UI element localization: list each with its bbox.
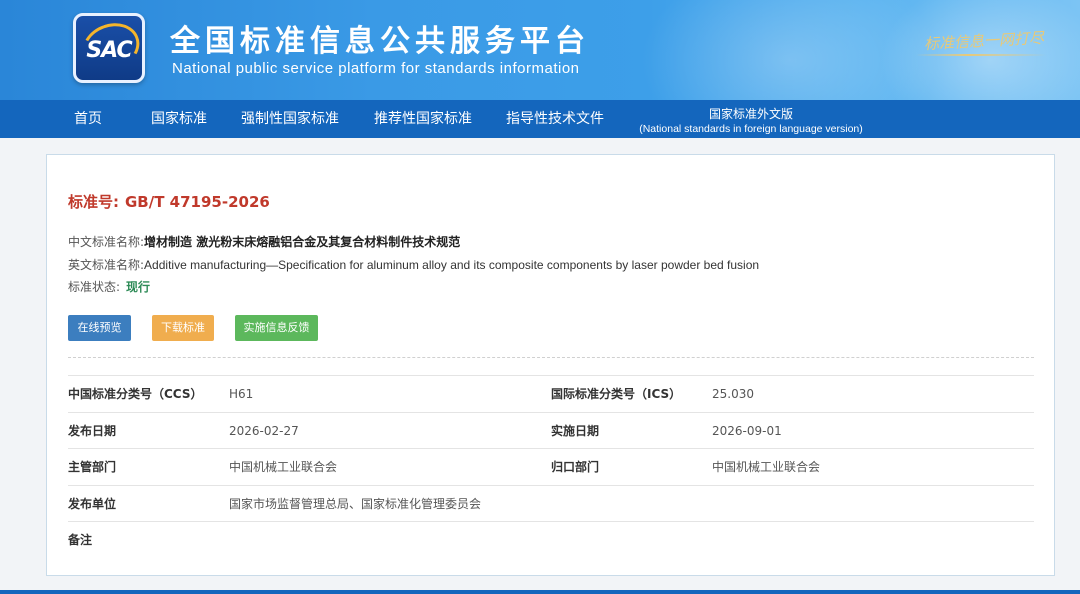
- implementation-date-value: 2026-09-01: [712, 423, 782, 438]
- sac-logo[interactable]: SAC: [73, 13, 147, 83]
- standard-details-table: 中国标准分类号（CCS） H61 国际标准分类号（ICS） 25.030 发布日…: [68, 375, 1034, 558]
- table-row: 中国标准分类号（CCS） H61 国际标准分类号（ICS） 25.030: [68, 375, 1034, 412]
- ccs-value: H61: [229, 387, 254, 401]
- nav-item-guidance-documents[interactable]: 指导性技术文件: [506, 100, 604, 138]
- nav-item-foreign-language[interactable]: 国家标准外文版 (National standards in foreign l…: [637, 100, 865, 138]
- en-name-label: 英文标准名称:: [68, 258, 145, 272]
- en-name-row: 英文标准名称:Additive manufacturing—Specificat…: [68, 256, 759, 273]
- standard-number: GB/T 47195-2026: [125, 193, 270, 211]
- implementation-feedback-button[interactable]: 实施信息反馈: [235, 315, 318, 341]
- site-title: 全国标准信息公共服务平台: [170, 24, 590, 59]
- slogan-underline: [916, 54, 1046, 56]
- site-header: SAC 全国标准信息公共服务平台 National public service…: [0, 0, 1080, 100]
- table-row: 主管部门 中国机械工业联合会 归口部门 中国机械工业联合会: [68, 448, 1034, 485]
- standard-detail-card: 标准号: GB/T 47195-2026 中文标准名称:增材制造 激光粉末床熔融铝…: [46, 154, 1055, 576]
- footer-bar: [0, 590, 1080, 594]
- main-nav: 首页 国家标准 强制性国家标准 推荐性国家标准 指导性技术文件 国家标准外文版 …: [0, 100, 1080, 138]
- status-row: 标准状态: 现行: [68, 278, 150, 295]
- table-row: 发布单位 国家市场监督管理总局、国家标准化管理委员会: [68, 484, 1034, 522]
- download-standard-button[interactable]: 下载标准: [152, 315, 214, 341]
- publish-date-value: 2026-02-27: [229, 423, 299, 438]
- implementation-date-label: 实施日期: [551, 423, 600, 438]
- ics-value: 25.030: [712, 387, 754, 401]
- issuer-label: 发布单位: [68, 496, 117, 511]
- logo-text: SAC: [86, 38, 132, 63]
- site-subtitle: National public service platform for sta…: [172, 60, 580, 77]
- publish-date-label: 发布日期: [68, 423, 117, 438]
- standard-number-label: 标准号:: [68, 193, 119, 211]
- status-label: 标准状态:: [68, 280, 121, 294]
- ccs-label: 中国标准分类号（CCS）: [68, 387, 203, 401]
- nav-item-mandatory-standards[interactable]: 强制性国家标准: [241, 100, 339, 138]
- status-badge: 现行: [126, 280, 151, 294]
- technical-dept-label: 归口部门: [551, 460, 600, 474]
- competent-dept-label: 主管部门: [68, 460, 117, 474]
- cn-name-row: 中文标准名称:增材制造 激光粉末床熔融铝合金及其复合材料制件技术规范: [68, 233, 460, 250]
- ics-label: 国际标准分类号（ICS）: [551, 387, 682, 401]
- technical-dept-value: 中国机械工业联合会: [712, 460, 821, 474]
- nav-foreign-label-en: (National standards in foreign language …: [639, 123, 863, 135]
- table-row: 备注: [68, 521, 1034, 558]
- nav-item-home[interactable]: 首页: [74, 100, 102, 138]
- nav-item-recommended-standards[interactable]: 推荐性国家标准: [374, 100, 472, 138]
- standard-number-heading: 标准号: GB/T 47195-2026: [68, 191, 270, 212]
- issuer-value: 国家市场监督管理总局、国家标准化管理委员会: [229, 496, 482, 511]
- table-row: 发布日期 2026-02-27 实施日期 2026-09-01: [68, 411, 1034, 449]
- nav-item-national-standards[interactable]: 国家标准: [151, 100, 207, 138]
- en-name-value: Additive manufacturing—Specification for…: [144, 258, 760, 272]
- divider: [68, 357, 1034, 358]
- nav-foreign-label-cn: 国家标准外文版: [708, 107, 793, 121]
- remark-label: 备注: [68, 533, 93, 547]
- cn-name-value: 增材制造 激光粉末床熔融铝合金及其复合材料制件技术规范: [144, 235, 461, 249]
- cn-name-label: 中文标准名称:: [68, 235, 145, 249]
- competent-dept-value: 中国机械工业联合会: [229, 460, 338, 474]
- online-preview-button[interactable]: 在线预览: [68, 315, 131, 341]
